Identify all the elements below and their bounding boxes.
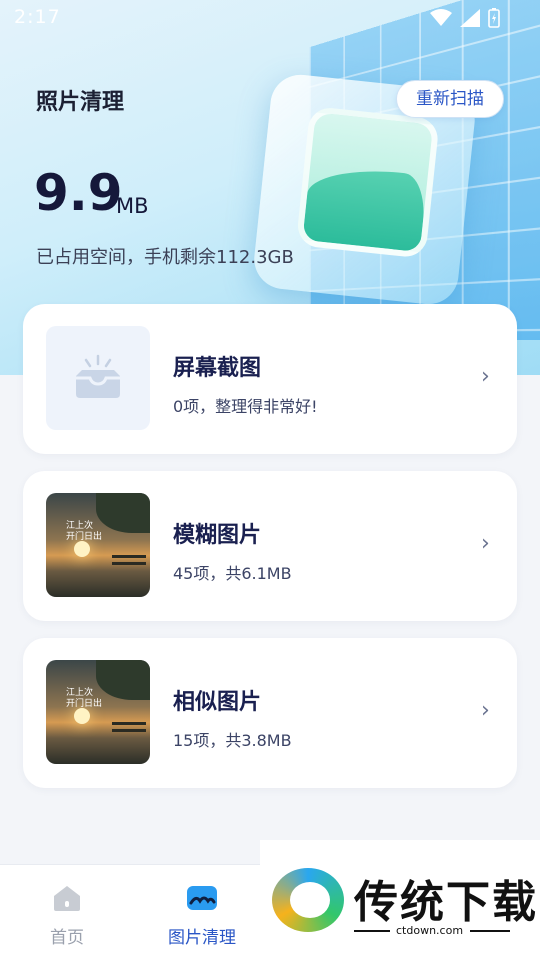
empty-thumbnail (46, 326, 150, 430)
sun-graphic (74, 541, 90, 557)
hero-image-frame (295, 105, 440, 259)
signal-icon (460, 9, 480, 27)
card-subtitle: 45项，共6.1MB (173, 564, 292, 583)
card-title: 模糊图片 (173, 523, 262, 548)
photo-cleanup-icon (187, 886, 217, 910)
watermark-name: 传统下载 (354, 877, 538, 928)
chevron-right-icon: › (481, 531, 490, 556)
tree-silhouette (96, 493, 150, 533)
battery-icon (488, 8, 500, 28)
photo-thumbnail: 江上次 开门日出 (46, 493, 150, 597)
page-title: 照片清理 (36, 90, 125, 115)
nav-label: 首页 (50, 928, 84, 948)
photo-overlay-text: 江上次 开门日出 (66, 521, 103, 542)
watermark-logo-icon (272, 868, 344, 932)
used-size-value: 9.9 (34, 164, 123, 222)
used-size-unit: MB (116, 194, 149, 218)
watermark: 传统下载 ctdown.com (260, 840, 540, 960)
chevron-right-icon: › (481, 698, 490, 723)
tree-silhouette (96, 660, 150, 700)
photo-overlay-text: 江上次 开门日出 (66, 688, 103, 709)
nav-label: 图片清理 (168, 928, 236, 948)
card-subtitle: 0项，整理得非常好! (173, 397, 318, 416)
hero-wave (302, 163, 428, 253)
watermark-url: ctdown.com (396, 924, 464, 937)
photo-thumbnail: 江上次 开门日出 (46, 660, 150, 764)
sun-graphic (74, 708, 90, 724)
chevron-right-icon: › (481, 364, 490, 389)
rescan-button[interactable]: 重新扫描 (396, 80, 504, 118)
bench-graphic (112, 722, 146, 732)
watermark-divider (354, 930, 390, 932)
watermark-divider (470, 930, 510, 932)
bench-graphic (112, 555, 146, 565)
card-title: 屏幕截图 (173, 356, 262, 381)
status-icons (430, 8, 500, 28)
similar-images-card[interactable]: 江上次 开门日出 相似图片 15项，共3.8MB › (23, 638, 517, 788)
screenshots-card[interactable]: 屏幕截图 0项，整理得非常好! › (23, 304, 517, 454)
wifi-icon (430, 9, 452, 26)
empty-tray-icon (76, 354, 120, 398)
home-icon (54, 886, 80, 911)
nav-item-photo-cleanup[interactable]: 图片清理 (147, 877, 257, 948)
status-time: 2:17 (14, 6, 61, 28)
space-info: 已占用空间，手机剩余112.3GB (36, 247, 294, 268)
status-bar: 2:17 (0, 0, 540, 36)
blurry-images-card[interactable]: 江上次 开门日出 模糊图片 45项，共6.1MB › (23, 471, 517, 621)
card-subtitle: 15项，共3.8MB (173, 731, 292, 750)
card-title: 相似图片 (173, 690, 262, 715)
nav-item-home[interactable]: 首页 (12, 877, 122, 948)
